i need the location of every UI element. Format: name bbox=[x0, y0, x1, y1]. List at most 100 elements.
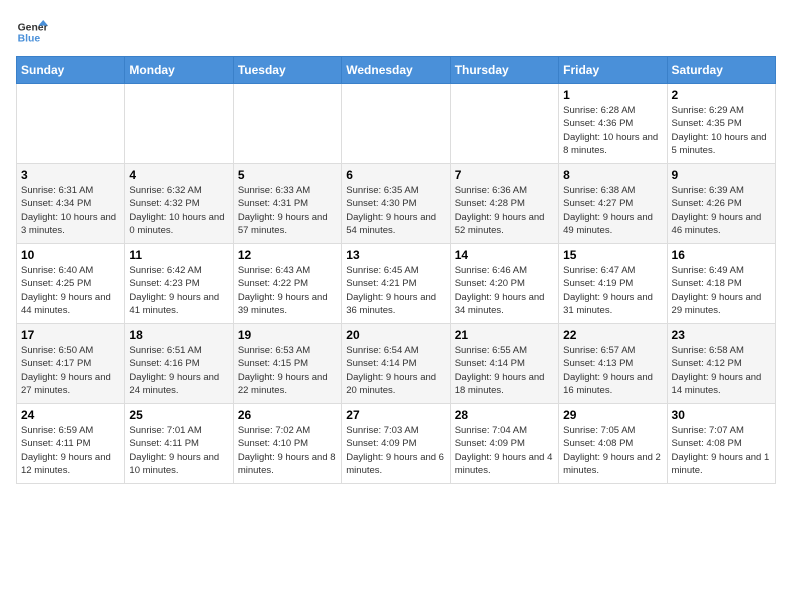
day-number: 28 bbox=[455, 408, 554, 422]
day-number: 18 bbox=[129, 328, 228, 342]
day-cell: 5 Sunrise: 6:33 AM Sunset: 4:31 PM Daylig… bbox=[233, 164, 341, 244]
day-info: Sunrise: 6:45 AM Sunset: 4:21 PM Dayligh… bbox=[346, 264, 445, 317]
day-cell: 4 Sunrise: 6:32 AM Sunset: 4:32 PM Daylig… bbox=[125, 164, 233, 244]
day-info: Sunrise: 6:50 AM Sunset: 4:17 PM Dayligh… bbox=[21, 344, 120, 397]
day-info: Sunrise: 6:35 AM Sunset: 4:30 PM Dayligh… bbox=[346, 184, 445, 237]
day-number: 8 bbox=[563, 168, 662, 182]
day-cell bbox=[233, 84, 341, 164]
day-cell bbox=[125, 84, 233, 164]
day-number: 19 bbox=[238, 328, 337, 342]
day-number: 9 bbox=[672, 168, 771, 182]
day-info: Sunrise: 6:59 AM Sunset: 4:11 PM Dayligh… bbox=[21, 424, 120, 477]
logo-icon: General Blue bbox=[16, 16, 48, 48]
day-number: 1 bbox=[563, 88, 662, 102]
day-cell: 29 Sunrise: 7:05 AM Sunset: 4:08 PM Dayli… bbox=[559, 404, 667, 484]
day-info: Sunrise: 7:05 AM Sunset: 4:08 PM Dayligh… bbox=[563, 424, 662, 477]
calendar-table: SundayMondayTuesdayWednesdayThursdayFrid… bbox=[16, 56, 776, 484]
day-number: 23 bbox=[672, 328, 771, 342]
day-cell: 24 Sunrise: 6:59 AM Sunset: 4:11 PM Dayli… bbox=[17, 404, 125, 484]
day-cell: 30 Sunrise: 7:07 AM Sunset: 4:08 PM Dayli… bbox=[667, 404, 775, 484]
day-info: Sunrise: 6:31 AM Sunset: 4:34 PM Dayligh… bbox=[21, 184, 120, 237]
day-number: 10 bbox=[21, 248, 120, 262]
day-cell bbox=[17, 84, 125, 164]
day-header-thursday: Thursday bbox=[450, 57, 558, 84]
day-number: 30 bbox=[672, 408, 771, 422]
day-cell: 13 Sunrise: 6:45 AM Sunset: 4:21 PM Dayli… bbox=[342, 244, 450, 324]
day-info: Sunrise: 6:33 AM Sunset: 4:31 PM Dayligh… bbox=[238, 184, 337, 237]
day-cell: 19 Sunrise: 6:53 AM Sunset: 4:15 PM Dayli… bbox=[233, 324, 341, 404]
week-row-4: 17 Sunrise: 6:50 AM Sunset: 4:17 PM Dayli… bbox=[17, 324, 776, 404]
day-header-monday: Monday bbox=[125, 57, 233, 84]
svg-text:Blue: Blue bbox=[18, 34, 41, 45]
day-number: 2 bbox=[672, 88, 771, 102]
day-number: 22 bbox=[563, 328, 662, 342]
day-info: Sunrise: 6:47 AM Sunset: 4:19 PM Dayligh… bbox=[563, 264, 662, 317]
day-cell: 3Sunrise: 6:31 AM Sunset: 4:34 PM Daylig… bbox=[17, 164, 125, 244]
day-number: 4 bbox=[129, 168, 228, 182]
day-cell: 8 Sunrise: 6:38 AM Sunset: 4:27 PM Daylig… bbox=[559, 164, 667, 244]
day-cell: 20Sunrise: 6:54 AM Sunset: 4:14 PM Dayli… bbox=[342, 324, 450, 404]
day-info: Sunrise: 6:43 AM Sunset: 4:22 PM Dayligh… bbox=[238, 264, 337, 317]
day-number: 15 bbox=[563, 248, 662, 262]
logo: General Blue bbox=[16, 16, 52, 48]
day-cell: 14 Sunrise: 6:46 AM Sunset: 4:20 PM Dayli… bbox=[450, 244, 558, 324]
day-cell: 6Sunrise: 6:35 AM Sunset: 4:30 PM Daylig… bbox=[342, 164, 450, 244]
day-number: 11 bbox=[129, 248, 228, 262]
day-number: 24 bbox=[21, 408, 120, 422]
day-info: Sunrise: 7:07 AM Sunset: 4:08 PM Dayligh… bbox=[672, 424, 771, 477]
day-info: Sunrise: 6:51 AM Sunset: 4:16 PM Dayligh… bbox=[129, 344, 228, 397]
day-number: 14 bbox=[455, 248, 554, 262]
day-cell: 18 Sunrise: 6:51 AM Sunset: 4:16 PM Dayli… bbox=[125, 324, 233, 404]
day-cell: 26Sunrise: 7:02 AM Sunset: 4:10 PM Dayli… bbox=[233, 404, 341, 484]
day-info: Sunrise: 6:38 AM Sunset: 4:27 PM Dayligh… bbox=[563, 184, 662, 237]
day-header-saturday: Saturday bbox=[667, 57, 775, 84]
day-header-sunday: Sunday bbox=[17, 57, 125, 84]
day-info: Sunrise: 7:04 AM Sunset: 4:09 PM Dayligh… bbox=[455, 424, 554, 477]
day-cell bbox=[342, 84, 450, 164]
day-number: 27 bbox=[346, 408, 445, 422]
day-info: Sunrise: 6:39 AM Sunset: 4:26 PM Dayligh… bbox=[672, 184, 771, 237]
day-cell bbox=[450, 84, 558, 164]
day-number: 13 bbox=[346, 248, 445, 262]
day-info: Sunrise: 7:02 AM Sunset: 4:10 PM Dayligh… bbox=[238, 424, 337, 477]
day-cell: 22Sunrise: 6:57 AM Sunset: 4:13 PM Dayli… bbox=[559, 324, 667, 404]
day-info: Sunrise: 6:53 AM Sunset: 4:15 PM Dayligh… bbox=[238, 344, 337, 397]
header: General Blue bbox=[16, 16, 776, 48]
day-info: Sunrise: 6:28 AM Sunset: 4:36 PM Dayligh… bbox=[563, 104, 662, 157]
day-cell: 11 Sunrise: 6:42 AM Sunset: 4:23 PM Dayli… bbox=[125, 244, 233, 324]
day-info: Sunrise: 6:32 AM Sunset: 4:32 PM Dayligh… bbox=[129, 184, 228, 237]
day-info: Sunrise: 6:46 AM Sunset: 4:20 PM Dayligh… bbox=[455, 264, 554, 317]
header-row: SundayMondayTuesdayWednesdayThursdayFrid… bbox=[17, 57, 776, 84]
day-info: Sunrise: 6:54 AM Sunset: 4:14 PM Dayligh… bbox=[346, 344, 445, 397]
day-cell: 10 Sunrise: 6:40 AM Sunset: 4:25 PM Dayli… bbox=[17, 244, 125, 324]
day-header-wednesday: Wednesday bbox=[342, 57, 450, 84]
day-info: Sunrise: 6:36 AM Sunset: 4:28 PM Dayligh… bbox=[455, 184, 554, 237]
day-info: Sunrise: 7:01 AM Sunset: 4:11 PM Dayligh… bbox=[129, 424, 228, 477]
day-cell: 1 Sunrise: 6:28 AM Sunset: 4:36 PM Daylig… bbox=[559, 84, 667, 164]
day-cell: 7 Sunrise: 6:36 AM Sunset: 4:28 PM Daylig… bbox=[450, 164, 558, 244]
day-header-tuesday: Tuesday bbox=[233, 57, 341, 84]
day-cell: 15 Sunrise: 6:47 AM Sunset: 4:19 PM Dayli… bbox=[559, 244, 667, 324]
day-number: 17 bbox=[21, 328, 120, 342]
day-number: 16 bbox=[672, 248, 771, 262]
day-info: Sunrise: 6:40 AM Sunset: 4:25 PM Dayligh… bbox=[21, 264, 120, 317]
day-number: 5 bbox=[238, 168, 337, 182]
day-number: 25 bbox=[129, 408, 228, 422]
day-info: Sunrise: 6:42 AM Sunset: 4:23 PM Dayligh… bbox=[129, 264, 228, 317]
day-cell: 16 Sunrise: 6:49 AM Sunset: 4:18 PM Dayli… bbox=[667, 244, 775, 324]
day-cell: 9 Sunrise: 6:39 AM Sunset: 4:26 PM Daylig… bbox=[667, 164, 775, 244]
week-row-5: 24 Sunrise: 6:59 AM Sunset: 4:11 PM Dayli… bbox=[17, 404, 776, 484]
day-cell: 23Sunrise: 6:58 AM Sunset: 4:12 PM Dayli… bbox=[667, 324, 775, 404]
day-cell: 28 Sunrise: 7:04 AM Sunset: 4:09 PM Dayli… bbox=[450, 404, 558, 484]
day-cell: 2 Sunrise: 6:29 AM Sunset: 4:35 PM Daylig… bbox=[667, 84, 775, 164]
day-cell: 27Sunrise: 7:03 AM Sunset: 4:09 PM Dayli… bbox=[342, 404, 450, 484]
day-info: Sunrise: 6:29 AM Sunset: 4:35 PM Dayligh… bbox=[672, 104, 771, 157]
week-row-3: 10 Sunrise: 6:40 AM Sunset: 4:25 PM Dayli… bbox=[17, 244, 776, 324]
day-cell: 21Sunrise: 6:55 AM Sunset: 4:14 PM Dayli… bbox=[450, 324, 558, 404]
day-info: Sunrise: 6:49 AM Sunset: 4:18 PM Dayligh… bbox=[672, 264, 771, 317]
day-info: Sunrise: 6:55 AM Sunset: 4:14 PM Dayligh… bbox=[455, 344, 554, 397]
day-cell: 12 Sunrise: 6:43 AM Sunset: 4:22 PM Dayli… bbox=[233, 244, 341, 324]
day-number: 29 bbox=[563, 408, 662, 422]
day-number: 12 bbox=[238, 248, 337, 262]
day-number: 7 bbox=[455, 168, 554, 182]
